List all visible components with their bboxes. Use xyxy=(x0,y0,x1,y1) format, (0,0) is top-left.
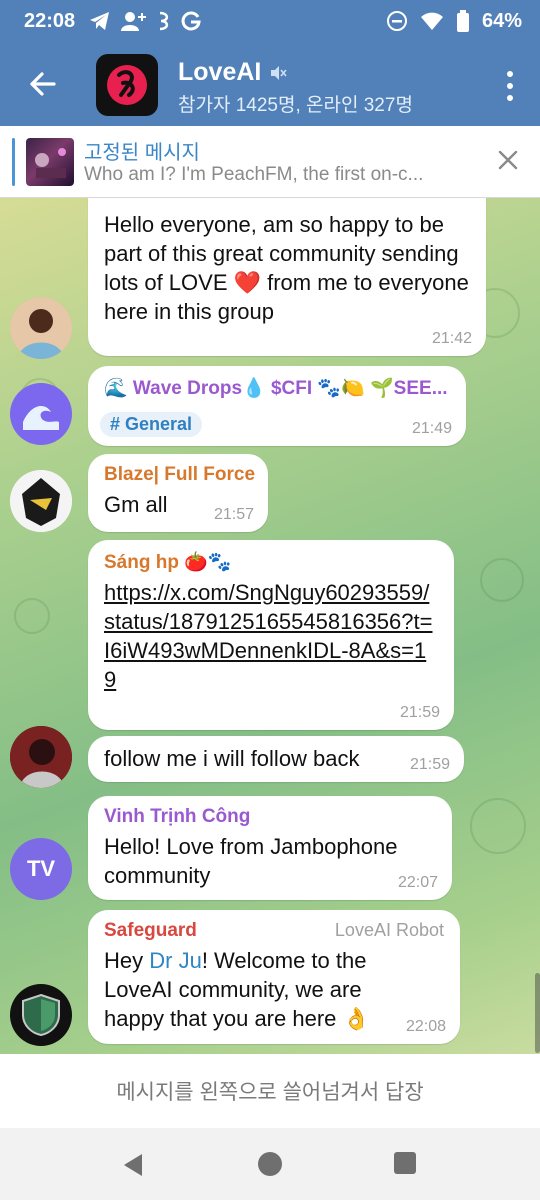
message-time: 21:49 xyxy=(411,420,452,437)
user-avatar[interactable] xyxy=(10,383,72,445)
mute-icon xyxy=(271,65,287,80)
dnd-icon xyxy=(386,11,407,31)
message-sender[interactable]: Sáng hp 🍅🐾 xyxy=(104,550,438,574)
message-bubble[interactable]: Vinh Trịnh Công Hello! Love from Jamboph… xyxy=(88,796,452,900)
google-icon xyxy=(181,11,201,31)
add-contact-icon xyxy=(121,12,147,31)
nav-recents-icon[interactable] xyxy=(394,1152,416,1174)
message-sender[interactable]: 🌊 Wave Drops💧 $CFI 🐾🍋 🌱SEE... xyxy=(104,376,450,400)
user-avatar[interactable] xyxy=(10,726,72,788)
telegram-icon xyxy=(90,12,110,30)
background-doodle xyxy=(480,558,524,602)
app-icon xyxy=(160,11,169,31)
shield-icon xyxy=(22,993,60,1037)
status-bar: 22:08 64% xyxy=(0,0,540,42)
group-avatar[interactable] xyxy=(96,54,158,116)
message-time: 21:57 xyxy=(213,506,254,523)
pinned-indicator xyxy=(12,138,15,186)
message-sender[interactable]: Vinh Trịnh Công xyxy=(104,806,436,828)
message-bubble[interactable]: Hello everyone, am so happy to be part o… xyxy=(88,198,486,356)
pinned-text: Who am I? I'm PeachFM, the first on-c... xyxy=(84,164,424,185)
chat-subtitle: 참가자 1425명, 온라인 327명 xyxy=(178,95,413,116)
system-nav-bar xyxy=(0,1128,540,1200)
user-avatar[interactable] xyxy=(10,984,72,1046)
nav-back-icon[interactable] xyxy=(120,1152,146,1178)
loveai-logo-icon xyxy=(107,65,147,105)
message-bubble[interactable]: Blaze| Full Force Gm all 21:57 xyxy=(88,454,268,532)
message-text: Hey xyxy=(104,948,150,973)
topic-badge[interactable]: # General xyxy=(100,412,203,437)
message-text: Hello! Love from Jambophone community xyxy=(104,834,398,888)
more-vert-icon[interactable] xyxy=(506,70,514,102)
message-sender[interactable]: Blaze| Full Force xyxy=(104,464,255,486)
background-doodle xyxy=(470,798,526,854)
wave-icon xyxy=(23,406,59,430)
message-time: 21:59 xyxy=(399,704,440,721)
scrollbar-thumb[interactable] xyxy=(535,973,540,1053)
message-time: 21:42 xyxy=(431,330,472,347)
status-time: 22:08 xyxy=(24,9,76,32)
message-link[interactable]: https://x.com/SngNguy60293559/status/187… xyxy=(104,578,438,694)
battery-icon xyxy=(456,10,469,32)
chat-header: LoveAI 참가자 1425명, 온라인 327명 xyxy=(0,42,540,126)
wifi-icon xyxy=(420,12,443,30)
user-avatar-initials[interactable]: TV xyxy=(10,838,72,900)
message-bubble[interactable]: 🌊 Wave Drops💧 $CFI 🐾🍋 🌱SEE... gm all # G… xyxy=(88,366,466,446)
message-bubble[interactable]: Safeguard LoveAI Robot Hey Dr Ju! Welcom… xyxy=(88,910,460,1044)
background-doodle xyxy=(14,598,50,634)
pinned-thumbnail xyxy=(26,138,74,186)
message-sender[interactable]: Safeguard xyxy=(104,920,197,942)
battery-percent: 64% xyxy=(481,9,522,32)
message-time: 21:59 xyxy=(409,756,450,773)
back-arrow-icon[interactable] xyxy=(24,66,60,102)
user-avatar[interactable] xyxy=(10,297,72,359)
message-text: Hello everyone, am so happy to be part o… xyxy=(104,212,469,324)
pinned-message-bar[interactable]: 고정된 메시지 Who am I? I'm PeachFM, the first… xyxy=(0,126,540,198)
message-time: 22:07 xyxy=(397,874,438,891)
message-text: follow me i will follow back xyxy=(104,746,360,771)
reply-hint-bar[interactable]: 메시지를 왼쪽으로 쓸어넘겨서 답장 xyxy=(0,1054,540,1128)
nav-home-icon[interactable] xyxy=(258,1152,282,1176)
chat-title[interactable]: LoveAI xyxy=(178,58,261,87)
status-notification-icons xyxy=(89,11,201,31)
user-avatar[interactable] xyxy=(10,470,72,532)
user-mention[interactable]: Dr Ju xyxy=(149,948,202,973)
message-bubble[interactable]: follow me i will follow back 21:59 xyxy=(88,736,464,782)
bot-badge: LoveAI Robot xyxy=(334,920,444,940)
pinned-title: 고정된 메시지 xyxy=(84,142,200,164)
message-bubble[interactable]: Sáng hp 🍅🐾 https://x.com/SngNguy60293559… xyxy=(88,540,454,730)
message-time: 22:08 xyxy=(405,1018,446,1035)
close-icon[interactable] xyxy=(496,148,520,172)
message-list[interactable]: Hello everyone, am so happy to be part o… xyxy=(0,198,540,1054)
